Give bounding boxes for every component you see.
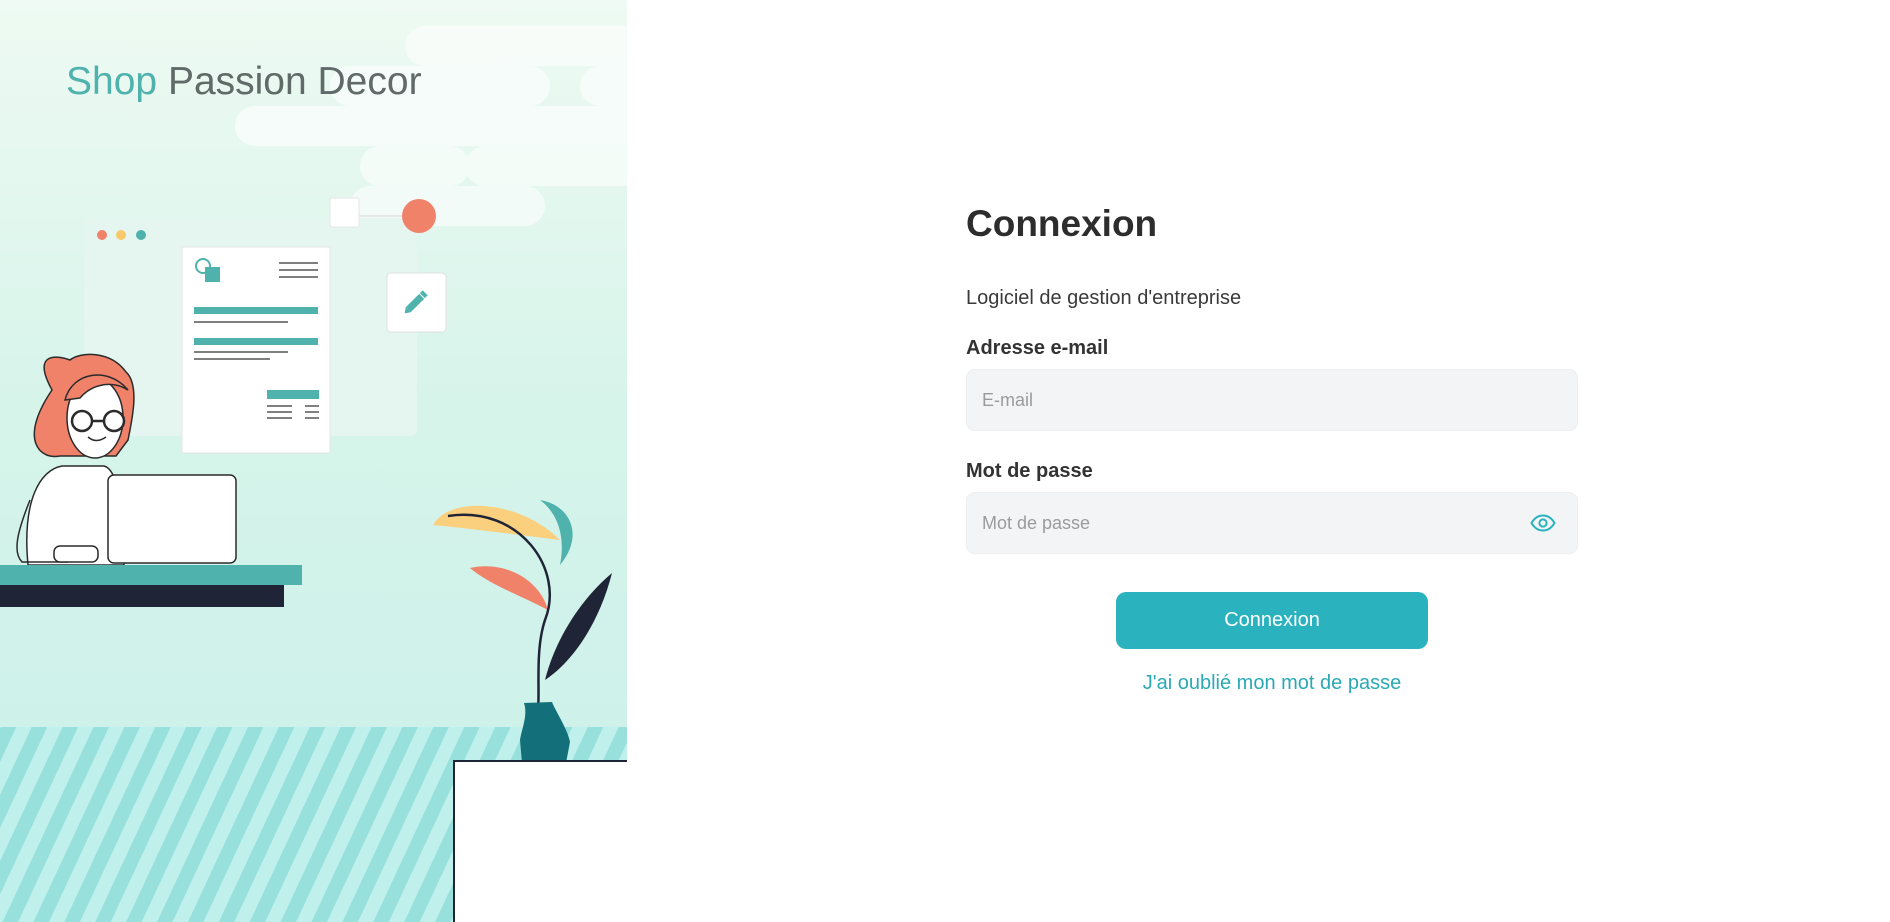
eye-icon[interactable]	[1529, 509, 1557, 537]
email-input[interactable]	[967, 370, 1577, 430]
cloud-shapes	[235, 26, 627, 226]
pencil-icon	[386, 272, 447, 333]
document-icon	[181, 246, 331, 454]
brand-logo: Shop Passion Decor	[66, 60, 422, 104]
page-title: Connexion	[966, 203, 1158, 244]
login-panel: Connexion Logiciel de gestion d'entrepri…	[627, 0, 1890, 922]
forgot-password-link[interactable]: J'ai oublié mon mot de passe	[966, 672, 1578, 695]
password-field	[966, 492, 1578, 554]
office-illustration	[0, 26, 627, 922]
login-form: Connexion Logiciel de gestion d'entrepri…	[966, 200, 1578, 695]
email-field	[966, 369, 1578, 431]
brand-name: Passion Decor	[167, 60, 422, 103]
password-input[interactable]	[967, 493, 1577, 553]
plant-illustration	[433, 500, 612, 763]
brand-shop: Shop	[66, 60, 158, 103]
page-subtitle: Logiciel de gestion d'entreprise	[966, 287, 1242, 309]
illustration-panel: Shop Passion Decor	[0, 0, 627, 922]
password-label: Mot de passe	[966, 460, 1093, 482]
login-button[interactable]: Connexion	[1116, 592, 1428, 649]
email-label: Adresse e-mail	[966, 337, 1109, 359]
